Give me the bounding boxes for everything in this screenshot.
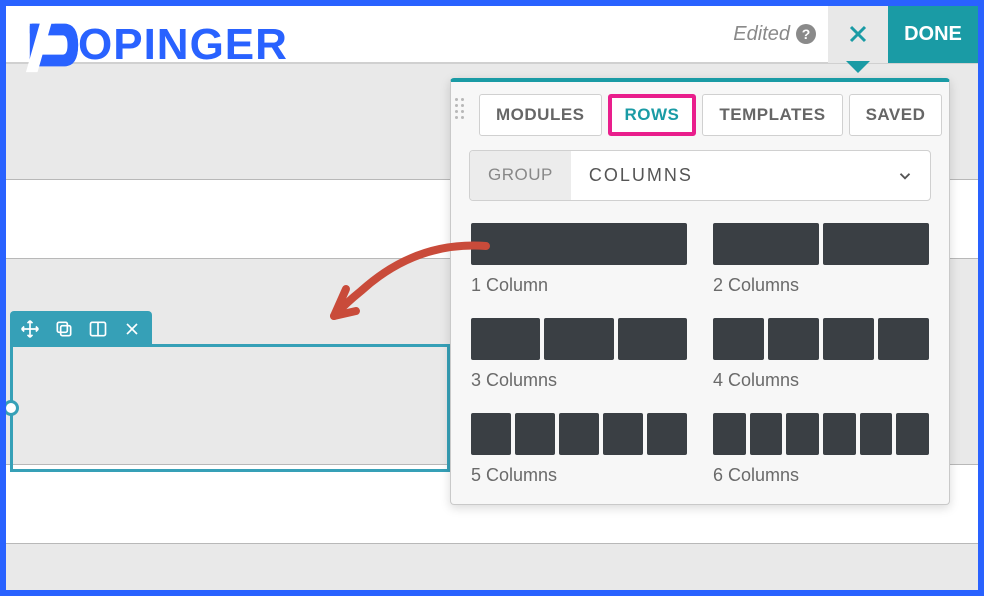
group-select-value: COLUMNS: [571, 151, 880, 200]
logo-mark-icon: [24, 16, 82, 74]
done-label: DONE: [904, 23, 962, 46]
close-icon: [846, 22, 870, 46]
logo-text: OPINGER: [78, 20, 288, 70]
layout-option-1col[interactable]: 1 Column: [471, 223, 687, 296]
brand-logo: OPINGER: [24, 16, 288, 74]
row-toolbar: [10, 311, 152, 347]
help-icon[interactable]: ?: [796, 24, 816, 44]
chevron-down-icon: [880, 151, 930, 200]
layout-label: 4 Columns: [713, 370, 929, 391]
tab-saved[interactable]: SAVED: [849, 94, 943, 136]
layout-label: 1 Column: [471, 275, 687, 296]
done-button[interactable]: DONE: [888, 5, 978, 63]
columns-icon[interactable]: [88, 319, 108, 339]
layout-option-6col[interactable]: 6 Columns: [713, 413, 929, 486]
layout-preview: [471, 318, 687, 360]
layout-preview: [713, 318, 929, 360]
layout-preview: [471, 413, 687, 455]
layout-label: 3 Columns: [471, 370, 687, 391]
delete-icon[interactable]: [122, 319, 142, 339]
move-icon[interactable]: [20, 319, 40, 339]
edited-label: Edited: [733, 23, 790, 46]
tab-templates[interactable]: TEMPLATES: [702, 94, 842, 136]
layout-preview: [713, 223, 929, 265]
layout-option-5col[interactable]: 5 Columns: [471, 413, 687, 486]
panel-drag-handle[interactable]: [455, 98, 464, 119]
row-layouts-grid: 1 Column 2 Columns 3 Columns 4 Columns 5 Col…: [465, 223, 935, 486]
layout-label: 2 Columns: [713, 275, 929, 296]
layout-preview: [713, 413, 929, 455]
tab-modules[interactable]: MODULES: [479, 94, 602, 136]
content-panel[interactable]: MODULES ROWS TEMPLATES SAVED GROUP COLUM…: [450, 78, 950, 505]
layout-option-3col[interactable]: 3 Columns: [471, 318, 687, 391]
copy-icon[interactable]: [54, 319, 74, 339]
layout-label: 6 Columns: [713, 465, 929, 486]
row-resize-handle[interactable]: [3, 400, 19, 416]
group-select-label: GROUP: [470, 151, 571, 200]
edited-status: Edited ?: [733, 23, 816, 46]
layout-preview: [471, 223, 687, 265]
panel-tabs: MODULES ROWS TEMPLATES SAVED: [479, 94, 935, 136]
layout-option-2col[interactable]: 2 Columns: [713, 223, 929, 296]
close-button[interactable]: [828, 5, 888, 63]
placed-row[interactable]: [10, 344, 450, 472]
layout-option-4col[interactable]: 4 Columns: [713, 318, 929, 391]
group-select[interactable]: GROUP COLUMNS: [469, 150, 931, 201]
tab-rows[interactable]: ROWS: [608, 94, 697, 136]
layout-label: 5 Columns: [471, 465, 687, 486]
